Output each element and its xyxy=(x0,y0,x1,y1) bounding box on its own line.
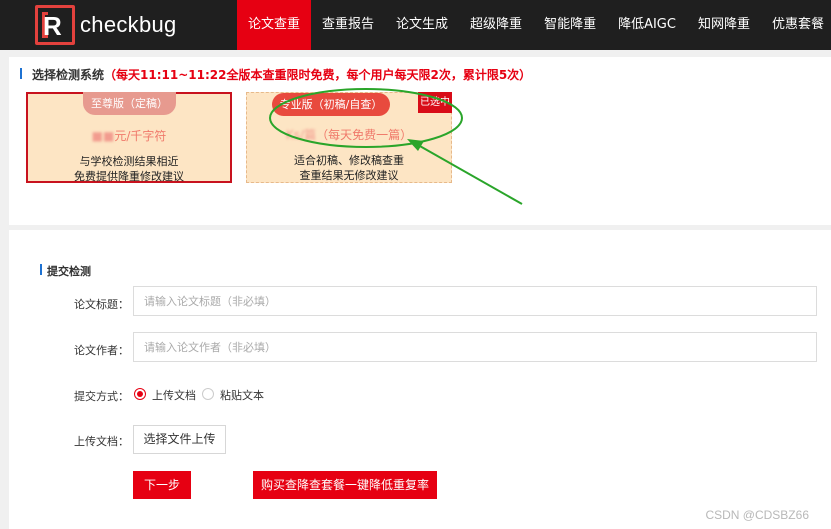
nav-item-super-rewrite[interactable]: 超级降重 xyxy=(459,0,533,50)
radio-upload-doc-label[interactable]: 上传文档 xyxy=(152,387,196,403)
next-step-button[interactable]: 下一步 xyxy=(133,471,191,499)
submit-section-title: 提交检测 xyxy=(47,265,91,278)
choose-file-button[interactable]: 选择文件上传 xyxy=(133,425,226,454)
card-premium-edition[interactable]: 至尊版（定稿） ■■元/千字符 与学校检测结果相近 免费提供降重修改建议 xyxy=(26,92,232,183)
card-tab-label: 专业版（初稿/自查） xyxy=(272,93,390,116)
nav-item-reduce-aigc[interactable]: 降低AIGC xyxy=(607,0,687,50)
radio-paste-text[interactable] xyxy=(202,388,214,400)
paper-title-label: 论文标题： xyxy=(74,298,129,311)
system-section-title: 选择检测系统（每天11:11~11:22全版本查重限时免费，每个用户每天限2次，… xyxy=(32,68,532,82)
logo-mark-icon: R xyxy=(35,5,75,45)
top-nav-bar: R checkbug 论文查重 查重报告 论文生成 超级降重 智能降重 降低AI… xyxy=(0,0,831,50)
nav-item-report[interactable]: 查重报告 xyxy=(311,0,385,50)
paper-author-input[interactable] xyxy=(133,332,817,362)
nav-item-packages[interactable]: 优惠套餐 xyxy=(761,0,831,50)
csdn-watermark: CSDN @CDSBZ66 xyxy=(705,508,809,522)
system-select-panel: 选择检测系统（每天11:11~11:22全版本查重限时免费，每个用户每天限2次，… xyxy=(9,57,831,225)
brand-logo[interactable]: R checkbug xyxy=(35,5,177,45)
brand-name: checkbug xyxy=(80,12,177,37)
upload-doc-label: 上传文档： xyxy=(74,435,129,448)
nav-item-paper-generate[interactable]: 论文生成 xyxy=(385,0,459,50)
main-nav: 论文查重 查重报告 论文生成 超级降重 智能降重 降低AIGC 知网降重 优惠套… xyxy=(237,0,831,50)
promo-text: （每天11:11~11:22全版本查重限时免费，每个用户每天限2次，累计限5次） xyxy=(104,68,532,82)
submit-method-label: 提交方式： xyxy=(74,390,129,403)
buy-package-button[interactable]: 购买查降查套餐一键降低重复率 xyxy=(253,471,437,499)
submit-panel: 提交检测 论文标题： 论文作者： 提交方式： 上传文档 粘贴文本 上传文档： 选… xyxy=(9,230,831,529)
section-marker xyxy=(20,68,22,79)
card-desc-line2: 查重结果无修改建议 xyxy=(299,169,399,182)
card-desc-line1: 适合初稿、修改稿查重 xyxy=(294,154,404,167)
paper-title-input[interactable] xyxy=(133,286,817,316)
card-price: Ks/篇（每天免费一篇） xyxy=(285,128,413,142)
section-marker xyxy=(40,264,42,275)
nav-item-smart-rewrite[interactable]: 智能降重 xyxy=(533,0,607,50)
card-desc-line1: 与学校检测结果相近 xyxy=(79,155,179,168)
card-desc-line2: 免费提供降重修改建议 xyxy=(74,170,184,183)
nav-item-paper-check[interactable]: 论文查重 xyxy=(237,0,312,50)
card-pro-edition[interactable]: 专业版（初稿/自查） 已选中 Ks/篇（每天免费一篇） 适合初稿、修改稿查重 查… xyxy=(246,92,452,183)
radio-paste-text-label[interactable]: 粘贴文本 xyxy=(220,387,264,403)
card-price: ■■元/千字符 xyxy=(91,129,167,143)
radio-upload-doc[interactable] xyxy=(134,388,146,400)
card-tab-label: 至尊版（定稿） xyxy=(83,92,176,115)
nav-item-cnki-rewrite[interactable]: 知网降重 xyxy=(687,0,761,50)
selected-badge: 已选中 xyxy=(418,92,452,113)
paper-author-label: 论文作者： xyxy=(74,344,129,357)
